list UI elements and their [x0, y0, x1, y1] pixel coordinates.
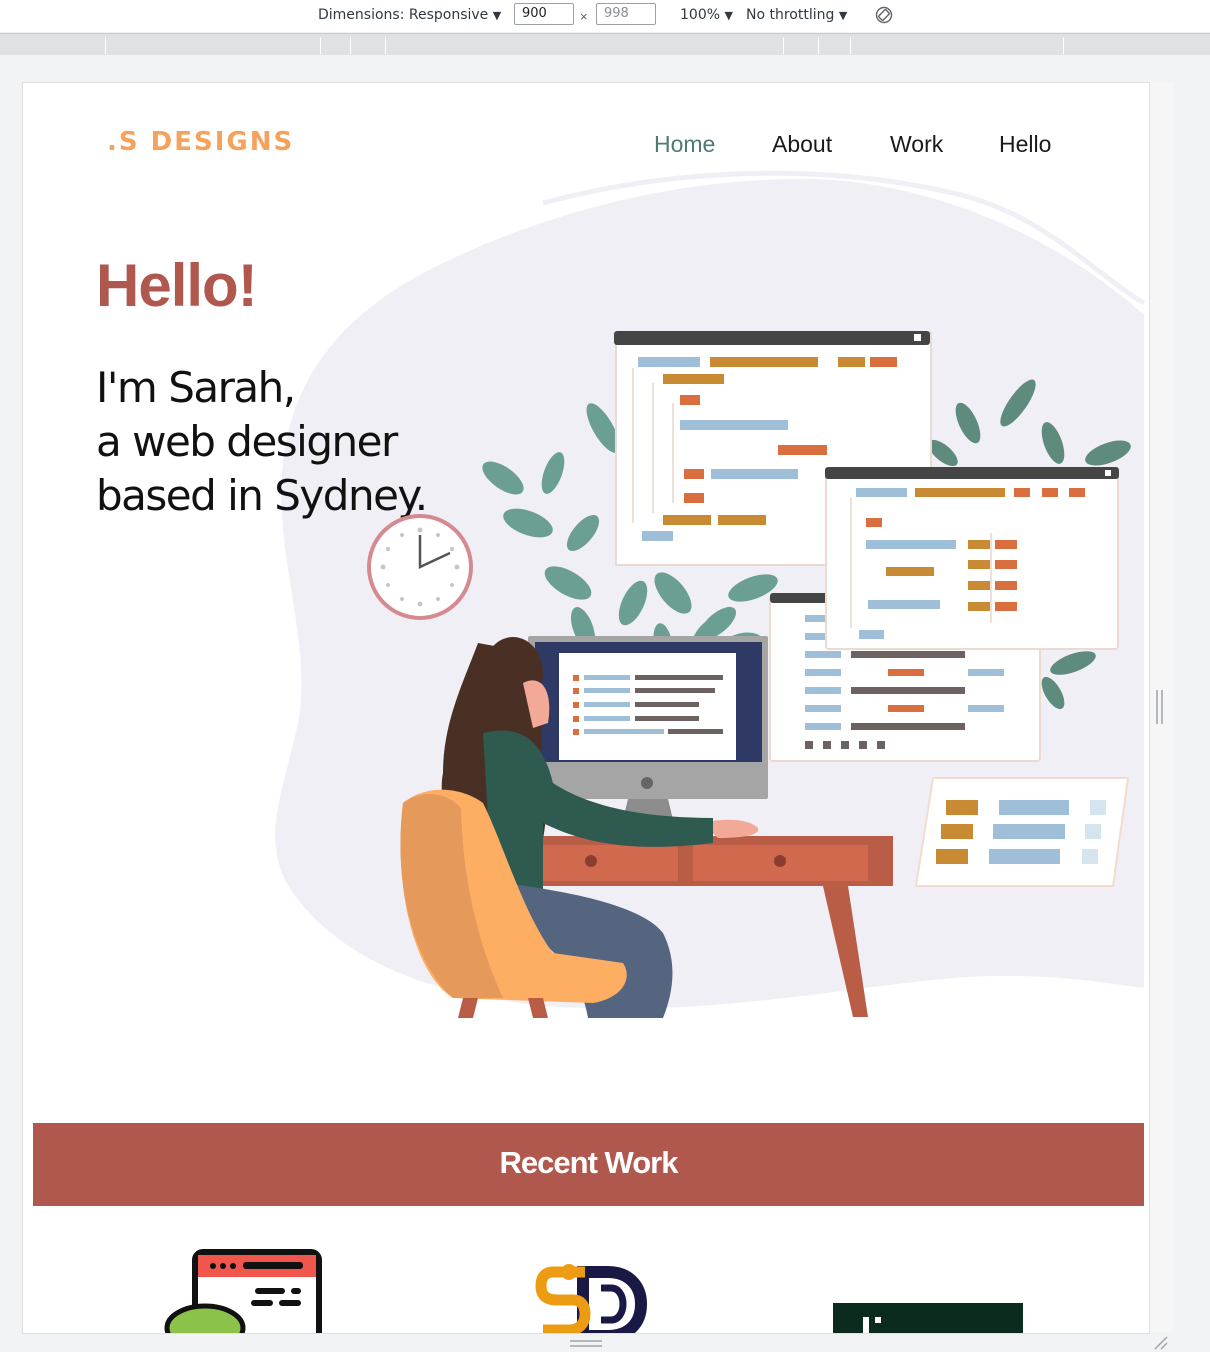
- hero-illustration: [367, 331, 1131, 1018]
- zoom-arrow-icon: ▼: [724, 9, 733, 22]
- devtools-toolbar: Dimensions: Responsive ▼ 900 × 998 100% …: [0, 0, 1210, 32]
- wall-clock-icon: [367, 514, 473, 620]
- recent-work-banner: Recent Work: [33, 1123, 1144, 1206]
- dimensions-separator: ×: [580, 9, 588, 24]
- zoom-label: 100%: [680, 7, 721, 23]
- throttling-arrow-icon: ▼: [838, 9, 848, 22]
- resize-handle-bottom[interactable]: [570, 1340, 602, 1348]
- width-input[interactable]: 900: [514, 3, 574, 25]
- resize-handle-right[interactable]: [1156, 690, 1164, 724]
- throttling-label: No throttling: [746, 7, 835, 23]
- dark-thumbnail-icon[interactable]: [833, 1303, 1023, 1334]
- resize-corner-icon[interactable]: [1152, 1334, 1168, 1350]
- ui-panel-small: [914, 777, 1130, 887]
- recent-work-title: Recent Work: [499, 1145, 679, 1180]
- dimensions-arrow-icon: ▼: [492, 9, 502, 22]
- rotate-icon[interactable]: [875, 6, 893, 24]
- height-input[interactable]: 998: [596, 3, 656, 25]
- code-window-right: [825, 467, 1119, 650]
- media-query-ruler[interactable]: [0, 33, 1210, 55]
- zoom-dropdown[interactable]: 100% ▼: [680, 7, 733, 23]
- dimensions-dropdown[interactable]: Dimensions: Responsive ▼: [318, 7, 501, 23]
- throttling-dropdown[interactable]: No throttling ▼: [746, 7, 847, 23]
- sd-logo-thumbnail-icon[interactable]: [533, 1258, 663, 1334]
- dimensions-label: Dimensions: Responsive: [318, 7, 489, 23]
- emulated-viewport: .S DESIGNS Home About Work Hello Hello! …: [22, 82, 1150, 1334]
- web-code-thumbnail-icon[interactable]: [163, 1248, 333, 1334]
